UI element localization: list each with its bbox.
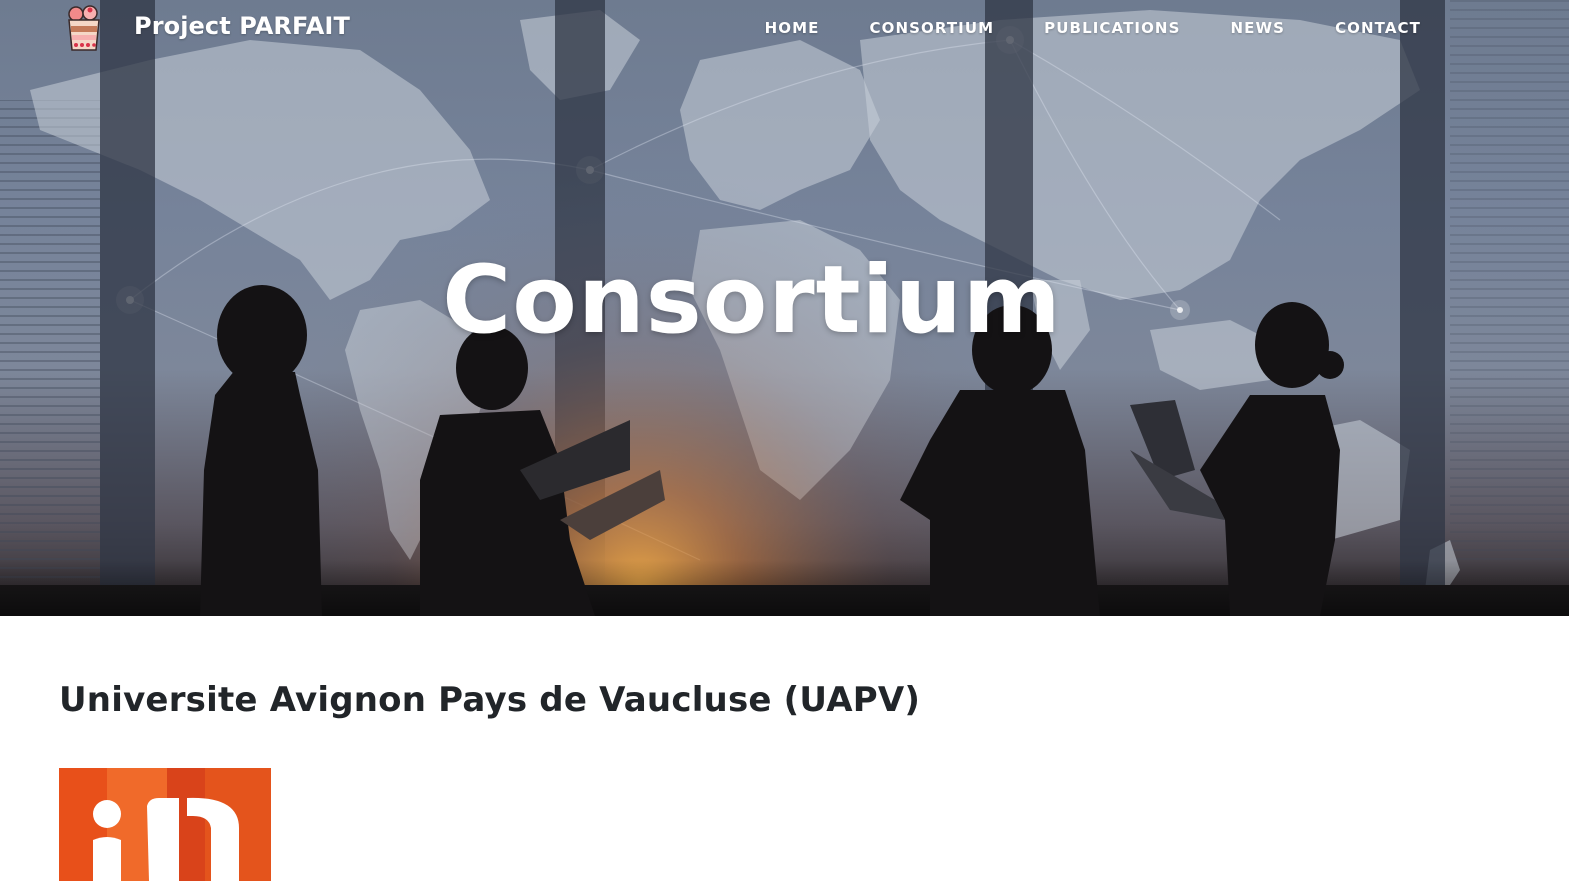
- nav-link-news[interactable]: NEWS: [1231, 19, 1286, 37]
- nav-link-consortium[interactable]: CONSORTIUM: [870, 19, 995, 37]
- nav-link-contact[interactable]: CONTACT: [1335, 19, 1421, 37]
- nav-link-publications[interactable]: PUBLICATIONS: [1044, 19, 1180, 37]
- main-content: Universite Avignon Pays de Vaucluse (UAP…: [0, 616, 1569, 881]
- member-name-heading: Universite Avignon Pays de Vaucluse (UAP…: [59, 680, 921, 720]
- uapv-logo-image: [59, 768, 271, 881]
- top-navbar: Project PARFAIT HOME CONSORTIUM PUBLICAT…: [0, 0, 1569, 58]
- nav-link-home[interactable]: HOME: [765, 19, 820, 37]
- brand-title-link[interactable]: Project PARFAIT: [134, 12, 350, 40]
- page-title: Consortium: [442, 246, 1062, 355]
- hero-banner: Project PARFAIT HOME CONSORTIUM PUBLICAT…: [0, 0, 1569, 616]
- nav-menu: HOME CONSORTIUM PUBLICATIONS NEWS CONTAC…: [715, 19, 1421, 37]
- parfait-cup-icon[interactable]: [64, 4, 104, 54]
